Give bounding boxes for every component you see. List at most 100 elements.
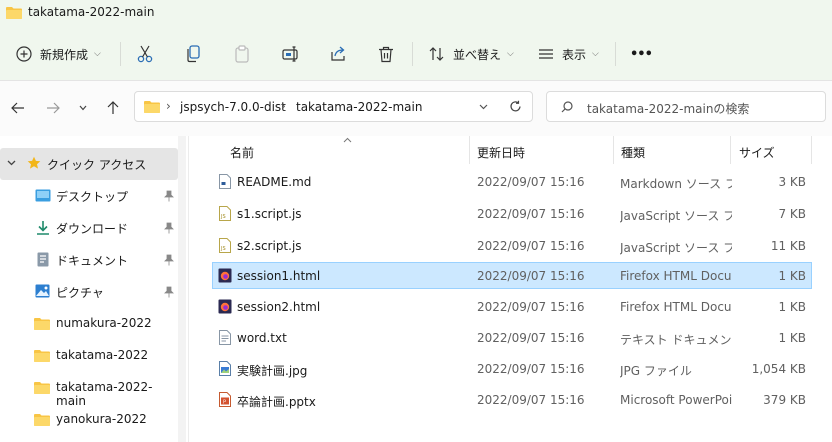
forward-button[interactable] [43, 98, 63, 118]
back-button[interactable] [8, 98, 28, 118]
file-name: word.txt [237, 331, 287, 345]
svg-text:P: P [223, 399, 226, 405]
sidebar-item-yanokura-2022[interactable]: yanokura-2022 [0, 404, 178, 436]
rename-button[interactable] [282, 40, 300, 68]
file-date: 2022/09/07 15:16 [477, 393, 585, 407]
sort-ascending-icon [343, 137, 352, 143]
share-button[interactable] [330, 40, 346, 68]
pictures-icon [35, 284, 50, 298]
download-icon [37, 221, 49, 235]
sort-button[interactable]: 並べ替え ⌵ [429, 40, 514, 68]
file-date: 2022/09/07 15:16 [477, 362, 585, 376]
column-header-type[interactable]: 種類 [621, 144, 645, 161]
pin-icon[interactable] [164, 254, 174, 266]
sidebar-item-pictures[interactable]: ピクチャ [0, 276, 178, 308]
refresh-icon[interactable] [509, 100, 522, 113]
breadcrumb-item[interactable]: jspsych-7.0.0-dist [180, 100, 286, 114]
file-name: s1.script.js [237, 207, 302, 221]
svg-text:JS: JS [220, 246, 226, 252]
image-file-icon [219, 361, 231, 376]
chevron-down-icon: ⌵ [94, 49, 101, 59]
pin-icon[interactable] [164, 190, 174, 202]
quick-access-label: クイック アクセス [47, 158, 147, 172]
file-date: 2022/09/07 15:16 [477, 175, 585, 189]
quick-access-item[interactable]: クイック アクセス [0, 148, 178, 180]
sidebar-item-takatama-2022-main[interactable]: takatama-2022-main [0, 372, 178, 408]
window-title: takatama-2022-main [28, 5, 155, 19]
title-bar: takatama-2022-main [0, 0, 832, 28]
svg-text:JS: JS [220, 214, 226, 220]
file-row[interactable]: JS s2.script.js 2022/09/07 15:16 JavaScr… [212, 232, 812, 259]
cut-button[interactable] [137, 40, 153, 68]
address-bar[interactable]: › jspsych-7.0.0-dist › takatama-2022-mai… [134, 91, 533, 122]
chevron-down-icon [79, 105, 87, 111]
markdown-file-icon [219, 174, 231, 189]
paste-button[interactable] [234, 40, 250, 68]
new-button[interactable]: 新規作成 ⌵ [16, 40, 101, 68]
scissors-icon [137, 45, 153, 63]
file-date: 2022/09/07 15:16 [477, 300, 585, 314]
js-file-icon: JS [219, 238, 231, 253]
sidebar-item-documents[interactable]: ドキュメント [0, 244, 178, 276]
desktop-icon [35, 189, 51, 202]
pptx-file-icon: P [219, 392, 231, 407]
divider [412, 42, 413, 66]
pin-icon[interactable] [164, 286, 174, 298]
sidebar-scrollbar[interactable] [178, 136, 186, 442]
search-placeholder: takatama-2022-mainの検索 [587, 102, 750, 116]
column-header-size[interactable]: サイズ [739, 144, 775, 161]
file-name: 卒論計画.pptx [237, 395, 316, 409]
delete-button[interactable] [378, 40, 394, 68]
new-button-label: 新規作成 [40, 47, 89, 62]
file-type: テキスト ドキュメント [620, 333, 732, 347]
file-type: JavaScript ソース ファイル [620, 241, 732, 255]
file-row-selected[interactable]: session1.html 2022/09/07 15:16 Firefox H… [212, 262, 812, 289]
chevron-down-icon[interactable] [7, 160, 16, 166]
divider [615, 42, 616, 66]
file-name: s2.script.js [237, 239, 302, 253]
sidebar-item-label: ドキュメント [56, 254, 129, 268]
search-box[interactable]: takatama-2022-mainの検索 [546, 91, 826, 122]
command-bar: 新規作成 ⌵ 並べ替え ⌵ 表示 ⌵ ••• [0, 28, 832, 80]
folder-icon [34, 382, 50, 394]
column-divider[interactable] [613, 136, 614, 164]
column-divider[interactable] [469, 136, 470, 164]
sidebar-item-numakura-2022[interactable]: numakura-2022 [0, 308, 178, 340]
chevron-down-icon: ⌵ [592, 49, 599, 59]
view-button-label: 表示 [562, 47, 587, 62]
breadcrumb-item[interactable]: takatama-2022-main [296, 100, 422, 114]
file-size: 1,054 KB [751, 362, 806, 376]
folder-icon [34, 350, 50, 362]
sidebar-item-takatama-2022[interactable]: takatama-2022 [0, 340, 178, 372]
sidebar-item-desktop[interactable]: デスクトップ [0, 180, 178, 212]
column-header-row: 名前 更新日時 種類 サイズ [189, 136, 832, 164]
file-date: 2022/09/07 15:16 [477, 331, 585, 345]
sidebar-item-downloads[interactable]: ダウンロード [0, 212, 178, 244]
file-name: session1.html [237, 269, 321, 283]
file-row[interactable]: README.md 2022/09/07 15:16 Markdown ソース … [212, 168, 812, 195]
file-row[interactable]: P 卒論計画.pptx 2022/09/07 15:16 Microsoft P… [212, 386, 812, 413]
file-row[interactable]: session2.html 2022/09/07 15:16 Firefox H… [212, 293, 812, 320]
file-row[interactable]: 実験計画.jpg 2022/09/07 15:16 JPG ファイル 1,054… [212, 355, 812, 382]
column-divider[interactable] [730, 136, 731, 164]
chevron-down-icon[interactable] [479, 104, 488, 110]
view-button[interactable]: 表示 ⌵ [538, 40, 599, 68]
pin-icon[interactable] [164, 222, 174, 234]
column-header-name[interactable]: 名前 [230, 144, 254, 161]
paste-icon [235, 45, 249, 63]
up-button[interactable] [103, 98, 123, 118]
star-icon [27, 156, 41, 169]
copy-button[interactable] [186, 40, 202, 68]
folder-icon [144, 101, 160, 113]
pane-divider[interactable] [188, 136, 189, 442]
text-file-icon [219, 330, 231, 345]
column-header-date[interactable]: 更新日時 [477, 144, 525, 161]
file-row[interactable]: JS s1.script.js 2022/09/07 15:16 JavaScr… [212, 200, 812, 227]
recent-locations-button[interactable] [73, 98, 93, 118]
file-row[interactable]: word.txt 2022/09/07 15:16 テキスト ドキュメント 1 … [212, 324, 812, 351]
file-type: Firefox HTML Document [620, 269, 732, 283]
more-button[interactable]: ••• [630, 40, 653, 68]
file-size: 379 KB [763, 393, 806, 407]
breadcrumb-separator: › [166, 99, 171, 113]
column-divider[interactable] [811, 136, 812, 164]
